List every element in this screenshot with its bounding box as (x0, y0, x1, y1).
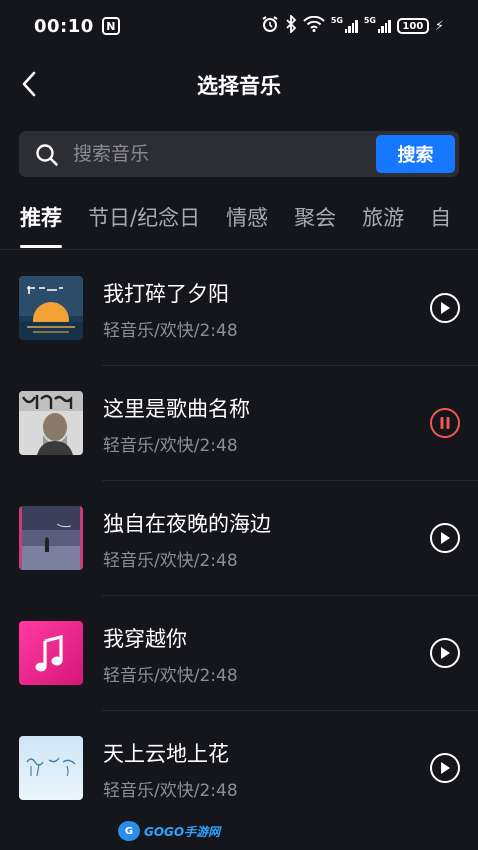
category-tabs: 推荐 节日/纪念日 情感 聚会 旅游 自 (0, 196, 478, 250)
play-button[interactable] (430, 638, 460, 668)
watermark-text: GOGO手游网 (144, 824, 221, 839)
active-tab-indicator (20, 245, 62, 248)
page-title: 选择音乐 (197, 74, 281, 98)
song-item[interactable]: 我穿越你 轻音乐/欢快/2:48 (0, 595, 478, 710)
sky-cover (19, 736, 83, 800)
battery-icon: 100 (396, 18, 429, 34)
tab-more[interactable]: 自 (430, 196, 451, 242)
sunset-cover (19, 276, 83, 340)
header: 选择音乐 (0, 52, 478, 116)
status-indicators: 5G 5G 100 ⚡ (261, 13, 444, 37)
watermark: G GOGO手游网 (118, 820, 220, 842)
search-bar: 搜索 (19, 131, 459, 177)
status-bar: 00:10 N 5G 5G 100 ⚡ (0, 0, 478, 52)
alarm-icon (261, 15, 279, 37)
song-item[interactable]: 我打碎了夕阳 轻音乐/欢快/2:48 (0, 250, 478, 365)
cellular-signal-icon: 5G (331, 16, 358, 33)
song-meta: 轻音乐/欢快/2:48 (103, 551, 238, 571)
play-icon (441, 302, 450, 314)
play-icon (441, 762, 450, 774)
tab-party[interactable]: 聚会 (294, 196, 336, 242)
play-button[interactable] (430, 293, 460, 323)
search-icon (36, 144, 58, 166)
charging-icon: ⚡ (434, 18, 444, 34)
night-sea-cover (19, 506, 83, 570)
song-meta: 轻音乐/欢快/2:48 (103, 666, 238, 686)
pause-icon (440, 417, 450, 429)
wifi-icon (303, 15, 325, 36)
portrait-cover (19, 391, 83, 455)
tab-recommended[interactable]: 推荐 (20, 196, 62, 248)
song-item[interactable]: 天上云地上花 轻音乐/欢快/2:48 (0, 710, 478, 825)
song-title: 我打碎了夕阳 (103, 282, 229, 306)
song-title: 天上云地上花 (103, 742, 229, 766)
song-title: 我穿越你 (103, 627, 187, 651)
tab-holiday[interactable]: 节日/纪念日 (88, 196, 200, 242)
status-time: 00:10 (34, 15, 94, 37)
bluetooth-icon (285, 13, 297, 37)
song-meta: 轻音乐/欢快/2:48 (103, 436, 238, 456)
song-title: 独自在夜晚的海边 (103, 512, 271, 536)
cellular-signal-icon-2: 5G (364, 16, 391, 33)
play-icon (441, 647, 450, 659)
pause-button[interactable] (430, 408, 460, 438)
song-item[interactable]: 这里是歌曲名称 轻音乐/欢快/2:48 (0, 365, 478, 480)
search-input[interactable] (73, 131, 373, 177)
song-meta: 轻音乐/欢快/2:48 (103, 321, 238, 341)
play-button[interactable] (430, 753, 460, 783)
tab-travel[interactable]: 旅游 (362, 196, 404, 242)
tab-emotion[interactable]: 情感 (226, 196, 268, 242)
watermark-logo-icon: G (118, 821, 140, 841)
song-list: 我打碎了夕阳 轻音乐/欢快/2:48 这里是歌曲名称 轻音乐/欢快/2:48 独… (0, 250, 478, 825)
song-title: 这里是歌曲名称 (103, 397, 250, 421)
song-item[interactable]: 独自在夜晚的海边 轻音乐/欢快/2:48 (0, 480, 478, 595)
nfc-icon: N (101, 17, 120, 35)
search-button[interactable]: 搜索 (376, 135, 455, 173)
song-meta: 轻音乐/欢快/2:48 (103, 781, 238, 801)
play-button[interactable] (430, 523, 460, 553)
play-icon (441, 532, 450, 544)
music-note-cover (19, 621, 83, 685)
